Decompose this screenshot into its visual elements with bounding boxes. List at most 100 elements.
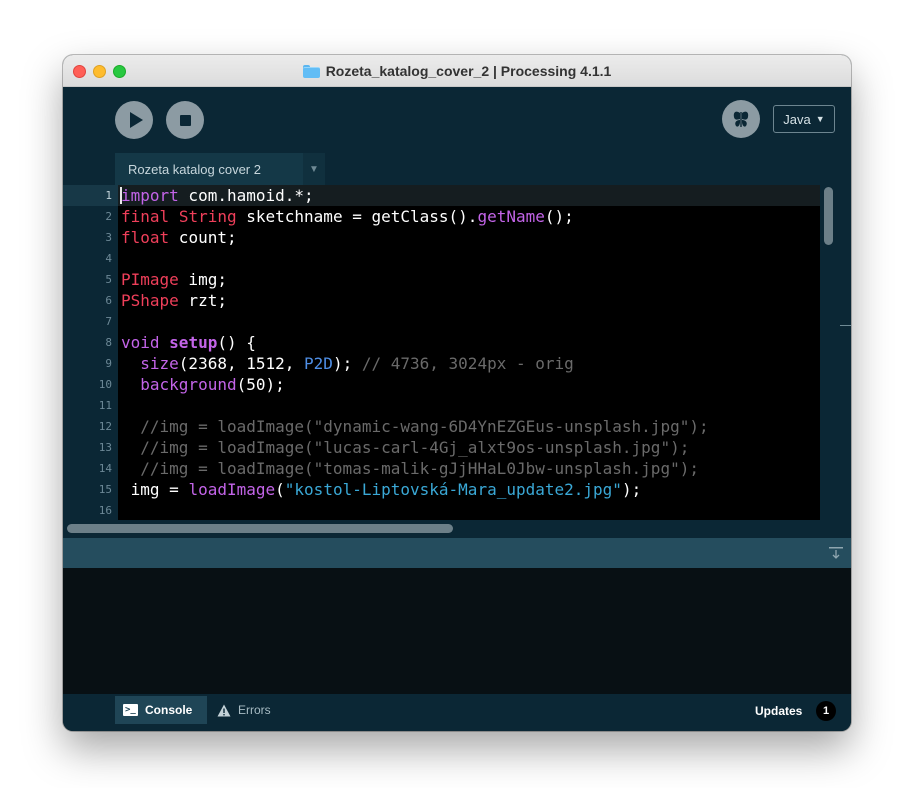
code-editor[interactable]: 1 2 3 4 5 6 7 8 9 10 11 12 13 14 15 16 import com.hamoi… <box>63 185 851 538</box>
line-number: 16 <box>98 504 112 517</box>
code-token: sketchname = getClass(). <box>236 207 478 226</box>
code-token: () { <box>217 333 256 352</box>
line-number: 11 <box>98 399 112 412</box>
tab-menu-button[interactable]: ▼ <box>303 153 325 185</box>
code-line[interactable]: float count; <box>121 227 237 248</box>
code-line[interactable]: void setup() { <box>121 332 256 353</box>
code-token: count; <box>169 228 237 247</box>
console-output[interactable] <box>63 568 851 694</box>
debug-button[interactable] <box>722 100 760 138</box>
chevron-down-icon: ▼ <box>309 163 319 175</box>
code-token: ); <box>332 354 362 373</box>
code-token: // 4736, 3024px - orig <box>361 354 574 373</box>
tab-console-label: Console <box>145 703 193 717</box>
tab-errors[interactable]: Errors <box>217 696 271 724</box>
processing-window: Rozeta_katalog_cover_2 | Processing 4.1.… <box>63 55 851 731</box>
code-line[interactable]: //img = loadImage("lucas-carl-4Gj_alxt9o… <box>121 437 689 458</box>
updates-count-badge[interactable]: 1 <box>816 701 836 721</box>
line-number: 1 <box>105 189 112 202</box>
line-number: 2 <box>105 210 112 223</box>
line-number: 14 <box>98 462 112 475</box>
line-number: 4 <box>105 252 112 265</box>
line-number-gutter: 1 2 3 4 5 6 7 8 9 10 11 12 13 14 15 16 <box>63 185 118 520</box>
code-token: img = <box>121 480 189 499</box>
code-token: //img = loadImage("lucas-carl-4Gj_alxt9o… <box>121 438 690 457</box>
horizontal-scrollbar-thumb[interactable] <box>67 524 453 533</box>
code-token: import <box>121 186 179 205</box>
mode-label: Java <box>783 111 811 127</box>
code-line[interactable]: //img = loadImage("tomas-malik-gJjHHaL0J… <box>121 458 699 479</box>
code-line[interactable]: import com.hamoid.*; <box>121 185 314 206</box>
code-text-area[interactable]: import com.hamoid.*; final String sketchn… <box>118 185 820 520</box>
stop-button[interactable] <box>166 101 204 139</box>
line-number: 12 <box>98 420 112 433</box>
scroll-marker <box>840 325 851 326</box>
console-divider[interactable] <box>63 538 851 568</box>
tab-sketch[interactable]: Rozeta katalog cover 2 <box>115 153 303 185</box>
code-token: rzt; <box>178 291 227 310</box>
code-line[interactable]: background(50); <box>121 374 285 395</box>
butterfly-debug-icon <box>733 111 749 127</box>
code-token: setup <box>169 333 218 352</box>
window-title: Rozeta_katalog_cover_2 | Processing 4.1.… <box>325 63 612 79</box>
code-token: P2D <box>304 354 333 373</box>
chevron-down-icon: ▼ <box>815 114 825 124</box>
vertical-scrollbar-thumb[interactable] <box>824 187 833 245</box>
run-button[interactable] <box>115 101 153 139</box>
code-token: float <box>121 228 170 247</box>
line-number: 10 <box>98 378 112 391</box>
window-title-group: Rozeta_katalog_cover_2 | Processing 4.1.… <box>63 55 851 87</box>
line-number: 6 <box>105 294 112 307</box>
warning-icon <box>217 704 231 716</box>
code-token: (); <box>544 207 574 226</box>
mode-selector[interactable]: Java ▼ <box>773 105 835 133</box>
code-token: getName <box>477 207 545 226</box>
code-token: img; <box>178 270 227 289</box>
code-token: (50); <box>236 375 285 394</box>
tab-console[interactable]: >_ Console <box>115 696 207 724</box>
folder-icon <box>302 64 320 78</box>
code-token: loadImage <box>188 480 276 499</box>
code-token: //img = loadImage("dynamic-wang-6D4YnEZG… <box>121 417 709 436</box>
play-icon <box>129 112 143 128</box>
collapse-console-icon[interactable] <box>829 546 843 560</box>
line-number: 9 <box>105 357 112 370</box>
code-token: ); <box>621 480 642 499</box>
title-bar[interactable]: Rozeta_katalog_cover_2 | Processing 4.1.… <box>63 55 851 87</box>
code-line[interactable]: size(2368, 1512, P2D); // 4736, 3024px -… <box>121 353 574 374</box>
code-line[interactable]: img = loadImage("kostol-Liptovská-Mara_u… <box>121 479 642 500</box>
code-token: String <box>178 207 237 226</box>
tab-errors-label: Errors <box>238 703 271 717</box>
line-number: 5 <box>105 273 112 286</box>
sketch-tab-strip: Rozeta katalog cover 2 ▼ <box>63 153 851 185</box>
code-token: void <box>121 333 160 352</box>
code-line[interactable]: final String sketchname = getClass().get… <box>121 206 574 227</box>
tab-sketch-label: Rozeta katalog cover 2 <box>128 161 261 177</box>
line-number: 3 <box>105 231 112 244</box>
updates-label[interactable]: Updates <box>755 704 802 718</box>
code-line[interactable]: //img = loadImage("dynamic-wang-6D4YnEZG… <box>121 416 709 437</box>
code-token: background <box>140 375 237 394</box>
stop-icon <box>179 114 191 126</box>
toolbar: Java ▼ <box>63 87 851 153</box>
status-footer: >_ Console Errors Updates 1 <box>63 694 851 731</box>
code-token: com.hamoid.*; <box>178 186 314 205</box>
code-token: PImage <box>121 270 179 289</box>
line-number: 8 <box>105 336 112 349</box>
code-token: PShape <box>121 291 179 310</box>
code-token: //img = loadImage("tomas-malik-gJjHHaL0J… <box>121 459 699 478</box>
code-line[interactable]: PShape rzt; <box>121 290 227 311</box>
line-number: 15 <box>98 483 112 496</box>
code-token: final <box>121 207 170 226</box>
terminal-icon: >_ <box>123 704 138 716</box>
line-number: 7 <box>105 315 112 328</box>
code-token: ( <box>275 480 285 499</box>
code-token: "kostol-Liptovská-Mara_update2.jpg" <box>284 480 622 499</box>
code-token: (2368, 1512, <box>178 354 305 373</box>
line-number: 13 <box>98 441 112 454</box>
code-line[interactable]: PImage img; <box>121 269 227 290</box>
